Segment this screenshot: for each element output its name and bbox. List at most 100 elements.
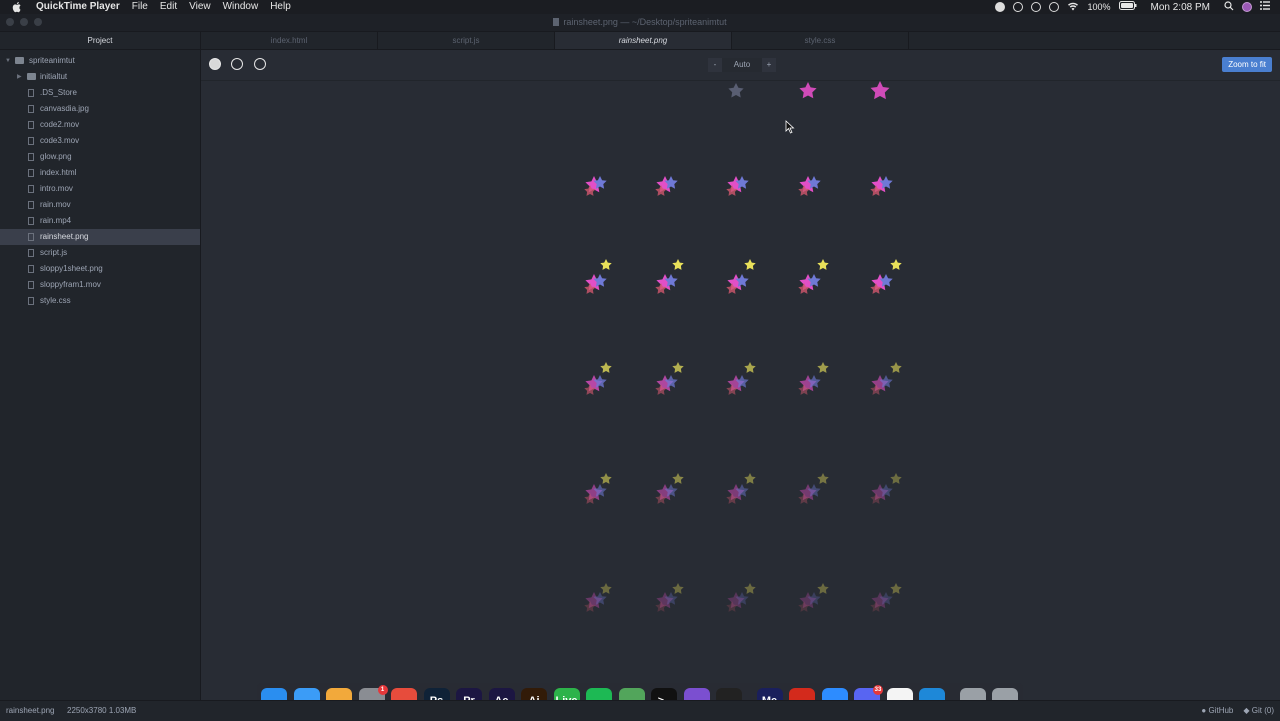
file-tree: ▼ spriteanimtut ▶ initialtut .DS_Storecanv… [0, 53, 200, 309]
sprite-star [817, 473, 829, 484]
tree-item-label: sloppy1sheet.png [40, 264, 103, 273]
github-status[interactable]: ● GitHub [1201, 706, 1233, 715]
file-menu[interactable]: File [132, 0, 148, 14]
zoom-level[interactable]: Auto [722, 58, 762, 72]
tree-file[interactable]: .DS_Store [0, 85, 200, 101]
screen-icon[interactable] [1013, 2, 1024, 12]
tab-index-html[interactable]: index.html [201, 32, 378, 49]
git-status[interactable]: ◆ Git (0) [1243, 706, 1274, 715]
tree-root-label: spriteanimtut [29, 56, 75, 65]
tree-item-label: rain.mp4 [40, 216, 72, 225]
help-menu[interactable]: Help [270, 0, 291, 14]
sprite-star [890, 473, 902, 484]
transparent-background-toggle[interactable] [254, 58, 266, 70]
file-icon [28, 297, 34, 305]
tree-item-label: rain.mov [40, 200, 71, 209]
project-header: Project [0, 32, 200, 50]
status-filename[interactable]: rainsheet.png [6, 706, 54, 715]
sprite-sheet-image[interactable] [201, 81, 1280, 700]
edit-menu[interactable]: Edit [160, 0, 177, 14]
sprite-sheet-graphic [584, 81, 902, 612]
zoom-to-fit-button[interactable]: Zoom to fit [1222, 57, 1272, 72]
tree-item-label: code2.mov [40, 120, 80, 129]
tab-rainsheet-png[interactable]: rainsheet.png [555, 32, 732, 49]
mouse-cursor-icon [785, 120, 795, 134]
notification-center-icon[interactable] [1260, 1, 1270, 13]
tree-file[interactable]: sloppy1sheet.png [0, 261, 200, 277]
tree-file[interactable]: index.html [0, 165, 200, 181]
chevron-right-icon[interactable]: ▶ [17, 69, 22, 85]
wifi-icon[interactable] [1067, 1, 1079, 14]
tree-file[interactable]: script.js [0, 245, 200, 261]
file-icon [28, 265, 34, 273]
project-sidebar: Project ▼ spriteanimtut ▶ initialtut .DS_S… [0, 32, 201, 700]
tree-item-label: script.js [40, 248, 68, 257]
file-icon [28, 217, 34, 225]
chevron-down-icon[interactable]: ▼ [5, 53, 11, 69]
window-title-bar: rainsheet.png — ~/Desktop/spriteanimtut [0, 14, 1280, 32]
sprite-star [672, 583, 684, 594]
sprite-star [799, 82, 817, 99]
tree-file[interactable]: rain.mp4 [0, 213, 200, 229]
github-label: GitHub [1208, 706, 1234, 715]
tree-item-label: .DS_Store [40, 88, 77, 97]
tree-file[interactable]: code3.mov [0, 133, 200, 149]
sync-icon[interactable] [1049, 2, 1060, 12]
tab-style-css[interactable]: style.css [732, 32, 909, 49]
zoom-in-button[interactable]: + [762, 58, 776, 72]
tree-file[interactable]: style.css [0, 293, 200, 309]
tree-file[interactable]: rainsheet.png [0, 229, 200, 245]
spotlight-search-icon[interactable] [1224, 0, 1234, 14]
tree-item-label: index.html [40, 168, 77, 177]
tree-file[interactable]: sloppyfram1.mov [0, 277, 200, 293]
file-icon [28, 121, 34, 129]
creative-cloud-icon[interactable] [1031, 2, 1042, 12]
status-image-meta: 2250x3780 1.03MB [67, 706, 137, 715]
app-name-menu[interactable]: QuickTime Player [36, 0, 120, 14]
file-icon [28, 89, 34, 97]
light-background-toggle[interactable] [209, 58, 221, 70]
tree-file[interactable]: code2.mov [0, 117, 200, 133]
zoom-out-button[interactable]: - [708, 58, 722, 72]
window-menu[interactable]: Window [223, 0, 259, 14]
tree-file[interactable]: intro.mov [0, 181, 200, 197]
tree-item-label: initialtut [40, 72, 68, 81]
sprite-star [728, 83, 744, 98]
sprite-star [672, 259, 684, 270]
tree-file[interactable]: canvasdia.jpg [0, 101, 200, 117]
tree-item-label: sloppyfram1.mov [40, 280, 101, 289]
battery-icon[interactable] [1118, 1, 1137, 13]
sprite-star [744, 259, 756, 270]
file-icon [28, 201, 34, 209]
tree-item-label: glow.png [40, 152, 72, 161]
notification-badge: 33 [873, 685, 883, 695]
tree-folder[interactable]: ▶ initialtut [0, 69, 200, 85]
record-icon[interactable] [995, 2, 1006, 12]
folder-icon [15, 57, 24, 64]
tree-file[interactable]: glow.png [0, 149, 200, 165]
tree-root-folder[interactable]: ▼ spriteanimtut [0, 53, 200, 69]
sprite-star [817, 583, 829, 594]
notification-badge: 1 [377, 685, 388, 695]
sprite-star [600, 259, 612, 270]
tree-item-label: canvasdia.jpg [40, 104, 89, 113]
viewer-toolbar: - Auto + Zoom to fit [201, 50, 1280, 81]
sprite-star [870, 81, 890, 100]
menubar-clock[interactable]: Mon 2:08 PM [1151, 2, 1210, 13]
sprite-star [890, 583, 902, 594]
file-icon [28, 153, 34, 161]
battery-percent: 100% [1087, 2, 1111, 12]
dark-background-toggle[interactable] [231, 58, 243, 70]
github-icon: ● [1201, 706, 1207, 715]
file-icon [28, 185, 34, 193]
tree-item-label: intro.mov [40, 184, 73, 193]
sprite-star [600, 473, 612, 484]
tab-script-js[interactable]: script.js [378, 32, 555, 49]
apple-menu-icon[interactable] [12, 1, 24, 13]
sprite-star [817, 362, 829, 373]
tree-file[interactable]: rain.mov [0, 197, 200, 213]
siri-icon[interactable] [1242, 2, 1252, 12]
file-icon [28, 233, 34, 241]
view-menu[interactable]: View [189, 0, 211, 14]
sprite-star [672, 473, 684, 484]
